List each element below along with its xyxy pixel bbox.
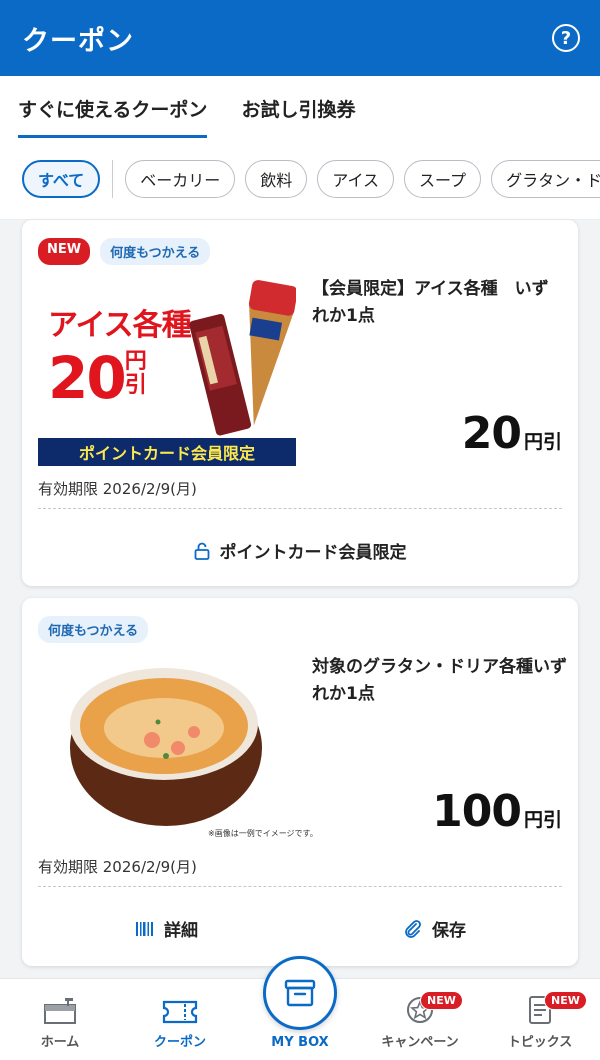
- save-label: 保存: [432, 921, 466, 941]
- paperclip-icon: [405, 919, 421, 938]
- nav-topics[interactable]: NEW トピックス: [480, 979, 600, 1060]
- topics-new-badge: NEW: [544, 991, 587, 1010]
- member-only-text: ポイントカード会員限定: [219, 543, 407, 563]
- nav-campaign-label: キャンペーン: [381, 1035, 459, 1050]
- page-title: クーポン: [22, 25, 134, 57]
- chip-divider: [112, 159, 114, 198]
- detail-button[interactable]: 詳細: [136, 916, 198, 941]
- coupon-expiry: 有効期限 2026/2/9(月): [38, 480, 197, 498]
- app-bar: クーポン ?: [0, 0, 600, 76]
- member-only-label: ポイントカード会員限定: [22, 538, 578, 563]
- nav-mybox-label: MY BOX: [271, 1035, 329, 1050]
- discount-value: 100: [432, 786, 522, 837]
- filter-chip-ice[interactable]: アイス: [317, 159, 395, 198]
- filter-chip-bakery[interactable]: ベーカリー: [125, 159, 236, 198]
- coupon-title: 対象のグラタン・ドリア各種いずれか1点: [312, 657, 567, 704]
- coupon-title: 【会員限定】アイス各種 いずれか1点: [312, 279, 549, 326]
- nav-coupon-label: クーポン: [153, 1035, 206, 1050]
- lock-icon: [194, 542, 209, 560]
- campaign-new-badge: NEW: [420, 991, 463, 1010]
- new-badge: NEW: [38, 238, 91, 265]
- discount-value: 20: [461, 408, 522, 459]
- nav-topics-label: トピックス: [507, 1035, 573, 1050]
- coupon-card[interactable]: NEW 何度もつかえる アイス各種 20円引 ポイントカード会員限定 【会員限定…: [22, 220, 578, 586]
- detail-label: 詳細: [164, 921, 198, 941]
- coupon-card[interactable]: 何度もつかえる ※画像は一例でイメージです。 対象のグラタン・ドリア各種いずれか…: [22, 598, 578, 966]
- gratin-image: [70, 668, 262, 826]
- box-icon: [284, 979, 316, 1007]
- coupon-badges: NEW 何度もつかえる: [38, 238, 211, 265]
- tab-trial-vouchers[interactable]: お試し引換券: [241, 95, 355, 138]
- tab-available-coupons[interactable]: すぐに使えるクーポン: [18, 95, 208, 138]
- promo-banner: ポイントカード会員限定: [38, 438, 296, 466]
- barcode-icon: [136, 921, 153, 936]
- help-icon[interactable]: ?: [552, 24, 580, 52]
- divider: [38, 508, 562, 509]
- nav-coupon[interactable]: クーポン: [120, 979, 240, 1060]
- mybox-button[interactable]: [263, 956, 337, 1030]
- save-button[interactable]: 保存: [404, 916, 466, 941]
- filter-chip-gratin[interactable]: グラタン・ドリア: [491, 159, 600, 198]
- category-filter-bar: すべて ベーカリー 飲料 アイス スープ グラタン・ドリア: [0, 138, 600, 220]
- ticket-icon: [162, 1000, 198, 1024]
- promo-headline: アイス各種: [48, 308, 192, 343]
- filter-chip-soup[interactable]: スープ: [404, 159, 482, 198]
- coupon-tabs: すぐに使えるクーポン お試し引換券: [0, 76, 600, 138]
- coupon-expiry: 有効期限 2026/2/9(月): [38, 858, 197, 876]
- nav-home[interactable]: ホーム: [0, 979, 120, 1060]
- ice-cream-products-image: [189, 280, 296, 436]
- coupon-badges: 何度もつかえる: [38, 616, 149, 643]
- store-icon: [44, 998, 76, 1024]
- image-caption: ※画像は一例でイメージです。: [208, 829, 318, 838]
- filter-chip-drinks[interactable]: 飲料: [245, 159, 308, 198]
- reusable-badge: 何度もつかえる: [38, 616, 149, 643]
- coupon-discount: 100 円引: [432, 786, 562, 837]
- nav-home-label: ホーム: [40, 1035, 80, 1050]
- promo-amount: 20円引: [48, 344, 147, 412]
- coupon-discount: 20 円引: [462, 408, 562, 459]
- filter-chip-all[interactable]: すべて: [22, 159, 101, 198]
- reusable-badge: 何度もつかえる: [100, 238, 211, 265]
- divider: [38, 886, 562, 887]
- discount-unit: 円引: [523, 431, 562, 453]
- nav-campaign[interactable]: NEW キャンペーン: [360, 979, 480, 1060]
- coupon-image: アイス各種 20円引 ポイントカード会員限定: [38, 268, 296, 466]
- discount-unit: 円引: [523, 809, 562, 831]
